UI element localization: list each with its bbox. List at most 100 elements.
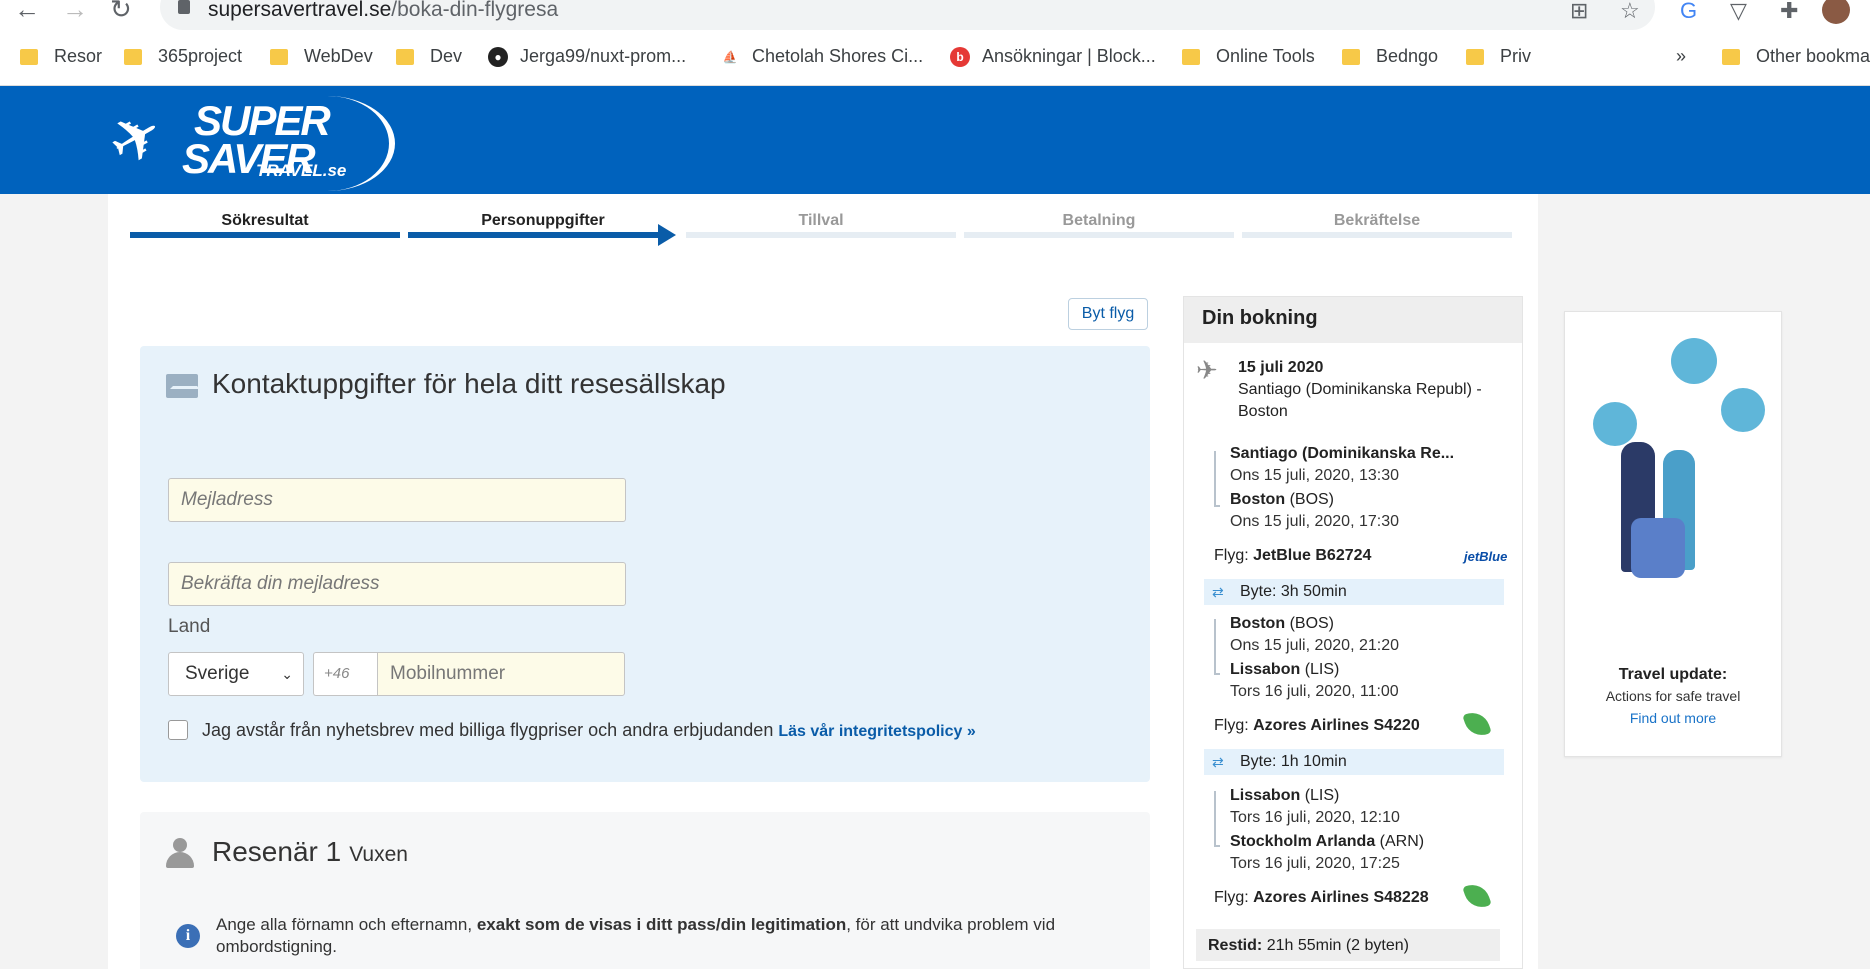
promo-title: Travel update: bbox=[1618, 666, 1728, 683]
booking-title: Din bokning bbox=[1184, 297, 1522, 343]
folder-icon bbox=[1342, 48, 1360, 65]
supersaver-logo[interactable]: ✈ SUPER SAVER TRAVEL.se bbox=[97, 96, 400, 191]
step-betalning: Betalning bbox=[1062, 212, 1136, 229]
site-header: ✈ SUPER SAVER TRAVEL.se bbox=[0, 86, 1870, 194]
bookmark-chetolah[interactable]: ⛵ Chetolah Shores Ci... bbox=[720, 46, 924, 67]
bookmark-star-icon[interactable]: ☆ bbox=[1620, 0, 1640, 24]
plane-icon: ✈ bbox=[1196, 355, 1218, 385]
segment-line bbox=[1214, 451, 1220, 507]
folder-icon bbox=[396, 48, 414, 65]
email-confirm-field[interactable]: Bekräfta din mejladress bbox=[168, 562, 626, 606]
folder-icon bbox=[1722, 48, 1740, 65]
suitcase-icon bbox=[1631, 518, 1685, 578]
traveler-type: Vuxen bbox=[349, 843, 408, 866]
b-badge-icon: b bbox=[950, 46, 970, 67]
segment-line bbox=[1214, 791, 1220, 847]
envelope-icon bbox=[166, 374, 198, 398]
bookmark-label: Other bookma bbox=[1756, 46, 1870, 66]
reload-icon[interactable]: ↻ bbox=[110, 0, 132, 25]
email-field[interactable]: Mejladress bbox=[168, 478, 626, 522]
forward-icon[interactable]: → bbox=[62, 0, 88, 25]
find-out-more-link[interactable]: Find out more bbox=[1565, 710, 1781, 726]
bookmark-bedngo[interactable]: Bedngo bbox=[1342, 46, 1438, 67]
newsletter-text: Jag avstår från nyhetsbrev med billiga f… bbox=[202, 720, 976, 741]
bookmark-priv[interactable]: Priv bbox=[1466, 46, 1531, 67]
bookmark-resor[interactable]: Resor bbox=[20, 46, 102, 67]
browser-chrome: ← → ↻ supersavertravel.se/boka-din-flygr… bbox=[0, 0, 1870, 86]
bookmark-label: WebDev bbox=[304, 46, 373, 66]
profile-avatar[interactable] bbox=[1822, 0, 1850, 24]
segment-departure: Tors 16 juli, 2020, 12:10 bbox=[1230, 809, 1400, 826]
travel-update-card[interactable]: Travel update: Actions for safe travel F… bbox=[1564, 311, 1782, 757]
logo-text-travel: TRAVEL.se bbox=[256, 161, 347, 180]
restid-label: Restid: bbox=[1208, 937, 1263, 954]
segment-from: Lissabon bbox=[1230, 787, 1301, 804]
bookmark-ansokningar[interactable]: b Ansökningar | Block... bbox=[950, 46, 1156, 67]
segment-arrival: Tors 16 juli, 2020, 17:25 bbox=[1230, 855, 1400, 872]
contact-section: Kontaktuppgifter för hela ditt resesälls… bbox=[140, 346, 1150, 782]
country-select[interactable]: Sverige ⌄ bbox=[168, 652, 304, 696]
segment-to: Stockholm Arlanda bbox=[1230, 833, 1376, 850]
segment-from: Santiago (Dominikanska Re... bbox=[1230, 445, 1455, 462]
traveler-info-text: Ange alla förnamn och efternamn, exakt s… bbox=[216, 914, 1116, 958]
step-sokresultat[interactable]: Sökresultat bbox=[130, 212, 400, 230]
more-bookmarks-button[interactable]: » bbox=[1676, 46, 1686, 67]
bookmark-github[interactable]: ● Jerga99/nuxt-prom... bbox=[488, 46, 686, 67]
lock-icon bbox=[178, 0, 190, 14]
bookmark-label: Jerga99/nuxt-prom... bbox=[520, 46, 687, 66]
bookmark-label: Resor bbox=[54, 46, 103, 66]
country-value: Sverige bbox=[185, 663, 250, 684]
flight-number: Azores Airlines S48228 bbox=[1253, 889, 1429, 906]
info-prefix: Ange alla förnamn och efternamn, bbox=[216, 915, 477, 934]
booking-summary: Din bokning ✈ 15 juli 2020 Santiago (Dom… bbox=[1183, 296, 1523, 969]
bookmark-webdev[interactable]: WebDev bbox=[270, 46, 373, 67]
folder-icon bbox=[1182, 48, 1200, 65]
other-bookmarks[interactable]: Other bookma bbox=[1722, 46, 1870, 67]
segment-departure: Ons 15 juli, 2020, 21:20 bbox=[1230, 637, 1400, 654]
layover-text: Byte: 3h 50min bbox=[1240, 583, 1347, 600]
segment-departure: Ons 15 juli, 2020, 13:30 bbox=[1230, 467, 1400, 484]
booking-route-2: Boston bbox=[1238, 403, 1288, 420]
address-bar[interactable]: supersavertravel.se/boka-din-flygresa bbox=[160, 0, 1655, 30]
bookmark-label: 365project bbox=[158, 46, 243, 66]
privacy-policy-link[interactable]: Läs vår integritetspolicy » bbox=[778, 723, 975, 740]
segment-to: Lissabon bbox=[1230, 661, 1301, 678]
restid-value: 21h 55min (2 byten) bbox=[1266, 937, 1409, 954]
translate-icon[interactable]: ⊞ bbox=[1570, 0, 1588, 24]
transfer-icon: ⇄ bbox=[1212, 584, 1224, 600]
email-placeholder: Mejladress bbox=[181, 489, 273, 510]
extensions-puzzle-icon[interactable]: ✚ bbox=[1780, 0, 1798, 24]
google-translate-icon[interactable]: G bbox=[1680, 0, 1697, 24]
bookmark-label: Online Tools bbox=[1216, 46, 1315, 66]
byt-flyg-button[interactable]: Byt flyg bbox=[1068, 298, 1148, 330]
chevron-down-icon: ⌄ bbox=[281, 666, 293, 682]
plane-logo-icon: ✈ bbox=[96, 96, 177, 183]
azores-airlines-logo-icon bbox=[1466, 711, 1496, 737]
extension-v-icon[interactable]: ▽ bbox=[1730, 0, 1747, 24]
step-bekraftelse: Bekräftelse bbox=[1333, 212, 1421, 229]
traveler-number: Resenär 1 bbox=[212, 836, 342, 867]
newsletter-checkbox[interactable] bbox=[168, 720, 188, 740]
bookmark-label: Bedngo bbox=[1376, 46, 1439, 66]
person-icon bbox=[166, 838, 194, 868]
flight-number: JetBlue B62724 bbox=[1253, 547, 1372, 564]
azores-airlines-logo-icon bbox=[1466, 883, 1496, 909]
step-current-arrow bbox=[658, 224, 676, 246]
contact-title: Kontaktuppgifter för hela ditt resesälls… bbox=[212, 368, 726, 399]
bookmark-dev[interactable]: Dev bbox=[396, 46, 462, 67]
distance-bubble-icon bbox=[1721, 388, 1765, 432]
bookmark-online-tools[interactable]: Online Tools bbox=[1182, 46, 1315, 67]
info-bold: exakt som de visas i ditt pass/din legit… bbox=[476, 915, 847, 934]
bookmark-365project[interactable]: 365project bbox=[124, 46, 242, 67]
country-label: Land bbox=[168, 616, 211, 637]
bookmark-label: Dev bbox=[430, 46, 463, 66]
back-icon[interactable]: ← bbox=[14, 0, 40, 25]
step-tillval: Tillval bbox=[798, 212, 844, 229]
step-personuppgifter: Personuppgifter bbox=[481, 212, 605, 229]
booking-route-1: Santiago (Dominikanska Republ) - bbox=[1238, 381, 1482, 398]
segment-from-code: (BOS) bbox=[1289, 615, 1335, 632]
folder-icon bbox=[270, 48, 288, 65]
step-bar-sokresultat bbox=[130, 232, 400, 238]
mobile-field[interactable]: Mobilnummer bbox=[377, 652, 625, 696]
folder-icon bbox=[124, 48, 142, 65]
